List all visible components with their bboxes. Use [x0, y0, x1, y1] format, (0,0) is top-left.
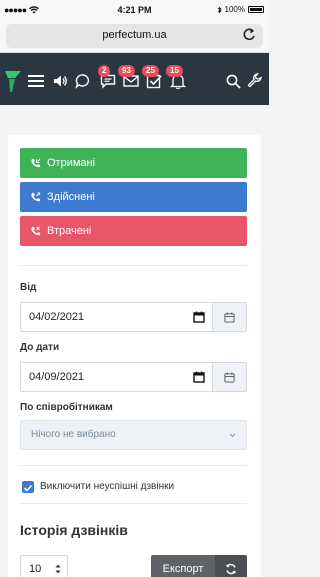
employee-select-value: Нічого не вибрано: [31, 429, 116, 440]
mail-badge: 93: [118, 65, 135, 77]
status-right: 100%: [217, 5, 264, 14]
calendar-icon: [224, 371, 235, 383]
page-size-value: 10: [29, 563, 42, 575]
incoming-call-icon: [31, 158, 41, 167]
search-icon[interactable]: [226, 74, 241, 89]
spinner-arrows-icon: [55, 564, 61, 574]
wrench-icon[interactable]: [247, 73, 263, 89]
export-button[interactable]: Експорт: [151, 555, 215, 577]
from-date-label: Від: [20, 282, 37, 293]
from-date-value: 04/02/2021: [29, 311, 85, 323]
tasks-badge: 25: [142, 65, 159, 77]
bluetooth-icon: [217, 6, 222, 13]
missed-calls-button[interactable]: Втрачені: [20, 216, 247, 246]
refresh-icon: [225, 563, 237, 575]
exclude-failed-checkbox[interactable]: [22, 481, 34, 493]
battery-icon: [248, 6, 264, 13]
reload-icon[interactable]: [242, 27, 256, 43]
missed-call-icon: [31, 226, 41, 235]
from-date-input[interactable]: 04/02/2021: [20, 302, 213, 332]
from-date-calendar-button[interactable]: [213, 302, 247, 332]
refresh-button[interactable]: [215, 555, 247, 577]
to-date-input[interactable]: 04/09/2021: [20, 362, 213, 392]
to-date-value: 04/09/2021: [29, 371, 85, 383]
divider: [20, 503, 247, 504]
status-bar: ●●●●● 4:21 PM 100%: [0, 0, 269, 20]
employee-select[interactable]: Нічого не вибрано: [20, 420, 247, 450]
url-text: perfectum.ua: [102, 29, 167, 41]
chat-icon[interactable]: [75, 73, 91, 89]
divider: [20, 465, 247, 466]
to-date-calendar-button[interactable]: [213, 362, 247, 392]
battery-percent: 100%: [224, 5, 245, 14]
divider: [20, 265, 247, 266]
chevron-down-icon: [229, 433, 236, 438]
hamburger-menu-icon[interactable]: [28, 75, 44, 87]
to-date-label: До дати: [20, 342, 60, 353]
missed-calls-label: Втрачені: [47, 225, 92, 237]
calendar-icon: [224, 311, 235, 323]
calendar-picker-icon[interactable]: [193, 371, 205, 383]
employee-filter-label: По співробітникам: [20, 402, 113, 413]
volume-icon[interactable]: [52, 73, 68, 89]
calls-filter-panel: Отримані Здійснені Втрачені Від 04/02/20…: [8, 135, 261, 577]
calendar-picker-icon[interactable]: [193, 311, 205, 323]
export-label: Експорт: [162, 563, 204, 575]
checkmark-icon: [23, 484, 33, 492]
made-calls-label: Здійснені: [47, 191, 95, 203]
received-calls-button[interactable]: Отримані: [20, 148, 247, 178]
notifications-badge: 15: [166, 65, 183, 77]
exclude-failed-label[interactable]: Виключити неуспішні дзвінки: [40, 481, 174, 492]
made-calls-button[interactable]: Здійснені: [20, 182, 247, 212]
app-navbar: 2 93 25 15: [0, 53, 269, 105]
perfectum-logo-icon[interactable]: [4, 69, 22, 93]
browser-chrome: perfectum.ua: [0, 20, 269, 53]
received-calls-label: Отримані: [47, 157, 96, 169]
call-history-title: Історія дзвінків: [20, 522, 128, 538]
page-size-select[interactable]: 10: [20, 555, 68, 577]
outgoing-call-icon: [31, 191, 41, 201]
address-bar[interactable]: perfectum.ua: [6, 24, 263, 48]
